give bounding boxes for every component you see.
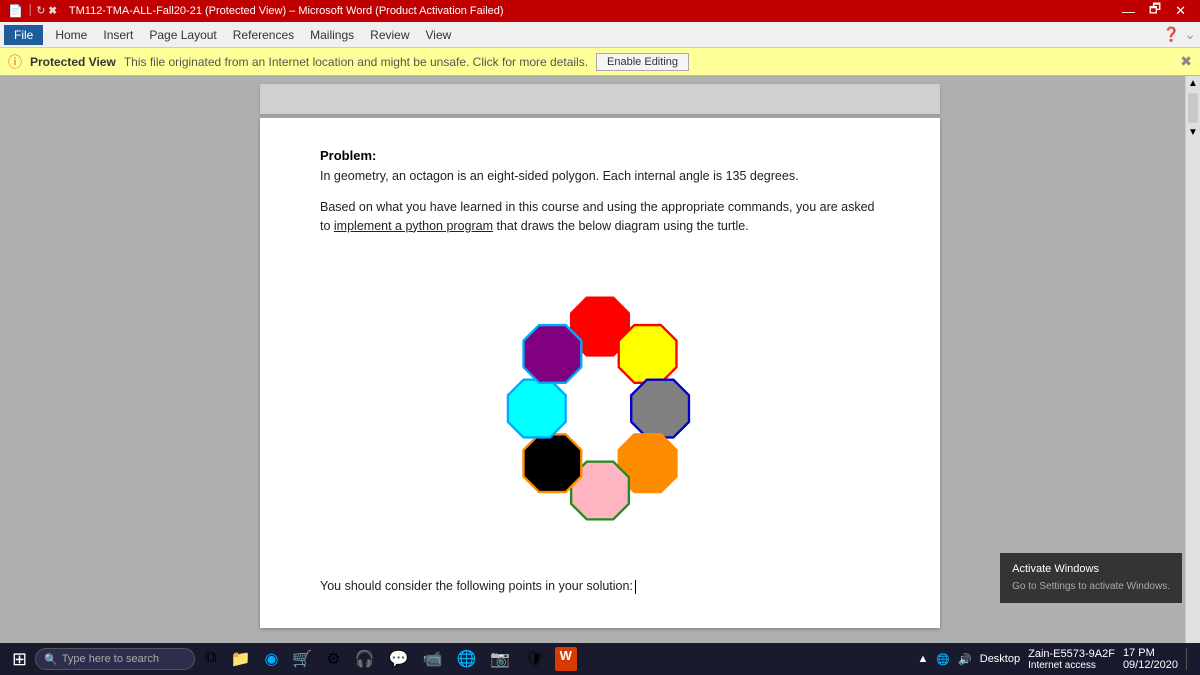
security-icon[interactable]: 🛡 — [520, 647, 548, 671]
photos-icon[interactable]: 📷 — [486, 647, 514, 671]
protected-view-message: This file originated from an Internet lo… — [124, 55, 588, 69]
taskbar-right: ▲ 🌐 🔊 Desktop Zain-E5573-9A2F Internet a… — [917, 647, 1196, 671]
expand-tray-icon[interactable]: ▲ — [917, 653, 928, 665]
menu-bar: File Home Insert Page Layout References … — [0, 22, 1200, 48]
enable-editing-button[interactable]: Enable Editing — [596, 53, 689, 71]
title-bar-left: 📄 ⏐ ↻ ✖ TM112-TMA-ALL-Fall20-21 (Protect… — [8, 4, 504, 18]
edge-icon[interactable]: ◉ — [260, 647, 282, 671]
clock: 17 PM 09/12/2020 — [1123, 647, 1178, 671]
minimize-button[interactable]: — — [1116, 0, 1141, 22]
volume-icon: 🔊 — [958, 653, 972, 666]
you-should-text: You should consider the following points… — [320, 577, 880, 596]
ribbon-toggle-icon[interactable]: ⌄ — [1184, 26, 1196, 43]
paragraph2-underline: implement a python program — [334, 219, 493, 233]
paragraph1: In geometry, an octagon is an eight-side… — [320, 167, 880, 186]
document-area: Problem: In geometry, an octagon is an e… — [250, 76, 950, 643]
word-icon: 📄 — [8, 4, 23, 18]
paragraph2-text-b: that draws the below diagram using the t… — [493, 219, 749, 233]
diagram-area — [320, 247, 880, 567]
title-bar-controls: — 🗗 ✕ — [1116, 0, 1192, 22]
start-button[interactable]: ⊞ — [4, 647, 35, 672]
explorer-icon[interactable]: 📁 — [227, 647, 255, 671]
search-placeholder: Type here to search — [62, 653, 159, 665]
text-cursor — [635, 580, 636, 594]
insert-menu[interactable]: Insert — [95, 25, 141, 45]
close-button[interactable]: ✕ — [1169, 0, 1192, 22]
activate-windows-watermark: Activate Windows Go to Settings to activ… — [1000, 553, 1182, 603]
problem-heading: Problem: — [320, 148, 880, 163]
activate-line1: Activate Windows — [1012, 561, 1170, 579]
protected-view-bar: ⓘ Protected View This file originated fr… — [0, 48, 1200, 76]
title-text: TM112-TMA-ALL-Fall20-21 (Protected View)… — [69, 5, 504, 17]
browser-icon[interactable]: 🌐 — [452, 647, 480, 671]
mailings-menu[interactable]: Mailings — [302, 25, 362, 45]
task-view-icon[interactable]: ⧉ — [201, 647, 220, 671]
octagon-diagram — [440, 247, 760, 567]
activate-line2: Go to Settings to activate Windows. — [1012, 579, 1170, 595]
store-icon[interactable]: 🛒 — [288, 647, 316, 671]
zoom-icon[interactable]: 📹 — [419, 647, 447, 671]
desktop-label: Desktop — [980, 653, 1020, 665]
taskbar: ⊞ 🔍 Type here to search ⧉ 📁 ◉ 🛒 ⚙ 🎧 💬 📹 … — [0, 643, 1200, 675]
document-page: Problem: In geometry, an octagon is an e… — [260, 118, 940, 628]
taskbar-icons: ⧉ 📁 ◉ 🛒 ⚙ 🎧 💬 📹 🌐 📷 🛡 W — [201, 647, 577, 671]
protected-view-label: Protected View — [30, 55, 116, 69]
user-info: Zain-E5573-9A2F Internet access — [1028, 648, 1115, 671]
title-bar: 📄 ⏐ ↻ ✖ TM112-TMA-ALL-Fall20-21 (Protect… — [0, 0, 1200, 22]
view-menu[interactable]: View — [418, 25, 460, 45]
references-menu[interactable]: References — [225, 25, 302, 45]
discord-icon[interactable]: 💬 — [385, 647, 413, 671]
protected-close-button[interactable]: ✖ — [1180, 53, 1192, 70]
restore-button[interactable]: 🗗 — [1143, 0, 1167, 22]
doc-top-gray — [260, 84, 940, 114]
page-layout-menu[interactable]: Page Layout — [141, 25, 224, 45]
word-taskbar-icon[interactable]: W — [555, 647, 577, 671]
review-menu[interactable]: Review — [362, 25, 417, 45]
settings-icon[interactable]: ⚙ — [322, 647, 344, 671]
home-menu[interactable]: Home — [47, 25, 95, 45]
scrollbar-right[interactable]: ▲ ▼ — [1185, 76, 1200, 643]
protected-icon: ⓘ — [8, 52, 22, 72]
show-desktop-button[interactable] — [1186, 648, 1192, 670]
media-icon[interactable]: 🎧 — [351, 647, 379, 671]
network-icon: 🌐 — [936, 653, 950, 666]
file-menu[interactable]: File — [4, 25, 43, 45]
paragraph2: Based on what you have learned in this c… — [320, 198, 880, 236]
main-area: Problem: In geometry, an octagon is an e… — [0, 76, 1200, 643]
help-icon: ❓ — [1163, 26, 1180, 43]
search-icon: 🔍 — [44, 653, 58, 666]
search-bar[interactable]: 🔍 Type here to search — [35, 648, 195, 670]
